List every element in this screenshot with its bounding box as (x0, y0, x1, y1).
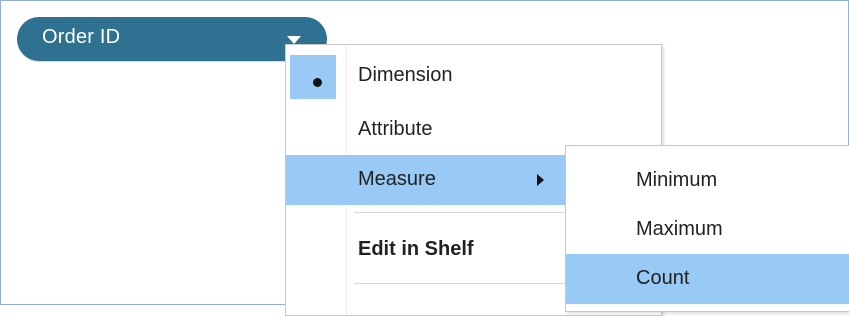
menu-item-label: Edit in Shelf (358, 238, 474, 260)
menu-item-label: Dimension (358, 64, 453, 86)
submenu-item-maximum[interactable]: Maximum (566, 205, 849, 255)
submenu-item-count[interactable]: Count (566, 254, 849, 304)
bullet-icon (313, 78, 322, 87)
submenu-item-minimum[interactable]: Minimum (566, 156, 849, 206)
submenu-item-label: Count (636, 267, 690, 289)
checked-indicator (290, 55, 336, 99)
menu-item-label: Attribute (358, 118, 433, 140)
dropdown-arrow-icon[interactable] (287, 36, 301, 44)
submenu-item-label: Maximum (636, 218, 723, 240)
menu-item-label: Measure (358, 168, 436, 190)
pill-label: Order ID (42, 26, 121, 48)
submenu-arrow-icon (537, 174, 544, 186)
submenu-item-label: Minimum (636, 169, 718, 191)
order-id-pill[interactable]: Order ID (17, 17, 327, 61)
menu-item-dimension[interactable]: Dimension (286, 51, 661, 101)
measure-submenu: Minimum Maximum Count (565, 145, 849, 312)
